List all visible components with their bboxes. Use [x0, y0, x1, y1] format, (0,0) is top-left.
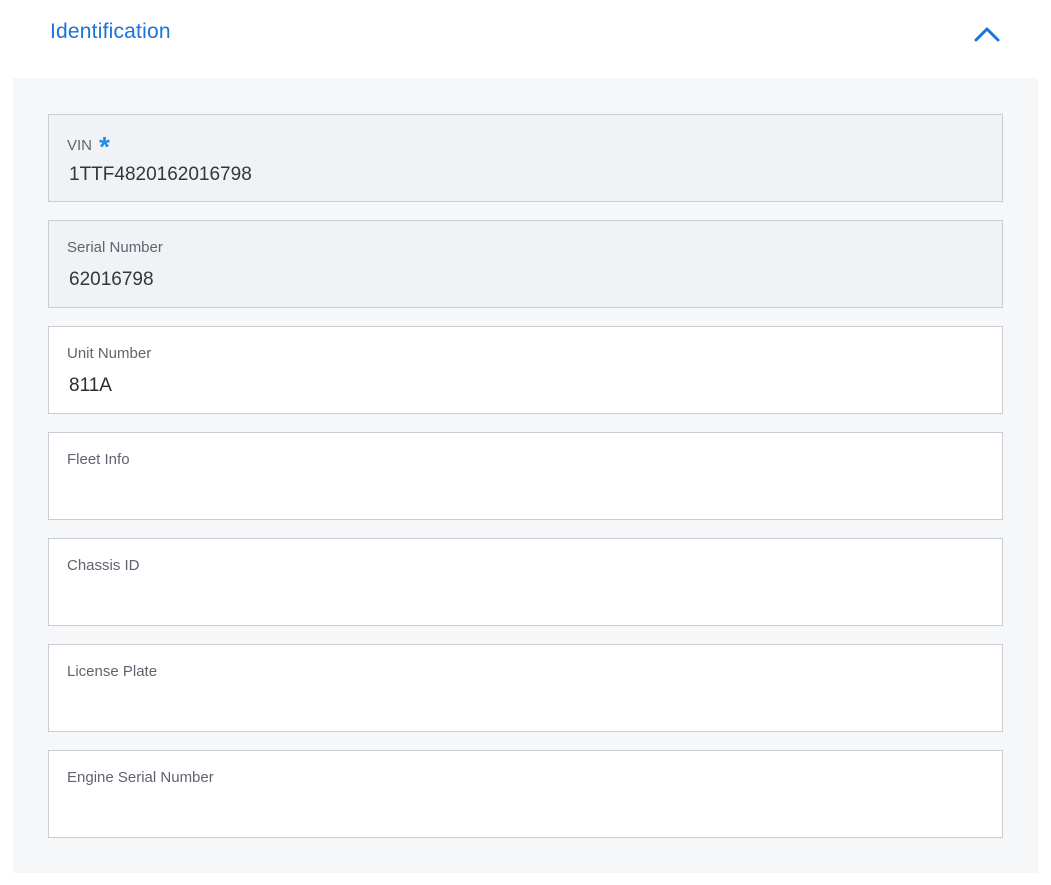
unit-number-value[interactable]: 811A	[69, 375, 112, 397]
engine-serial-number-label: Engine Serial Number	[67, 769, 214, 786]
section-title[interactable]: Identification	[50, 20, 171, 44]
identification-panel: VIN * 1TTF4820162016798 Serial Number 620…	[13, 78, 1038, 873]
serial-number-field[interactable]: Serial Number 62016798	[48, 220, 1003, 308]
unit-number-label: Unit Number	[67, 345, 152, 362]
license-plate-field[interactable]: License Plate	[48, 644, 1003, 732]
vin-label-text: VIN	[67, 137, 93, 154]
vin-label: VIN *	[67, 131, 110, 162]
vin-value: 1TTF4820162016798	[69, 164, 252, 185]
unit-number-field[interactable]: Unit Number 811A	[48, 326, 1003, 414]
vin-field[interactable]: VIN * 1TTF4820162016798	[48, 114, 1003, 202]
chassis-id-field[interactable]: Chassis ID	[48, 538, 1003, 626]
fleet-info-field[interactable]: Fleet Info	[48, 432, 1003, 520]
fleet-info-label: Fleet Info	[67, 451, 130, 468]
license-plate-label: License Plate	[67, 663, 158, 680]
serial-number-value: 62016798	[69, 269, 154, 290]
collapse-toggle-button[interactable]	[970, 20, 1004, 48]
chassis-id-label: Chassis ID	[67, 557, 140, 574]
engine-serial-number-field[interactable]: Engine Serial Number	[48, 750, 1003, 838]
section-header: Identification	[0, 0, 1051, 72]
chevron-up-icon	[974, 27, 1000, 42]
serial-number-label: Serial Number	[67, 239, 163, 256]
required-asterisk-icon: *	[99, 131, 110, 162]
